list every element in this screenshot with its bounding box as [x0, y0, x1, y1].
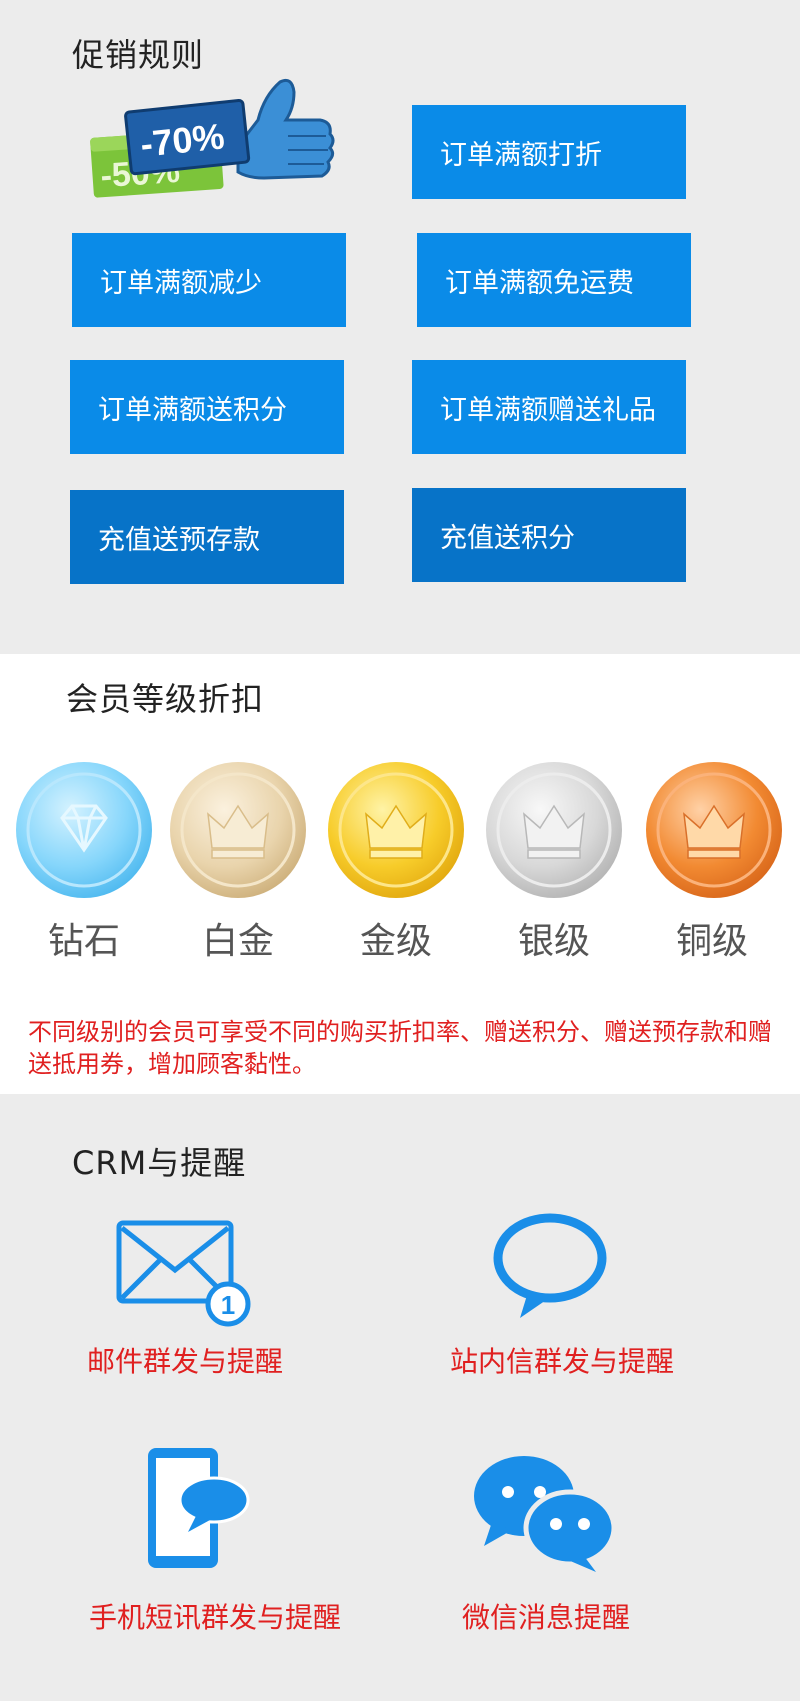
crm-label-site-message: 站内信群发与提醒	[449, 1345, 674, 1378]
crm-label-mail: 邮件群发与提醒	[86, 1345, 283, 1378]
level-label-silver: 银级	[517, 921, 590, 962]
level-label-diamond: 钻石	[47, 921, 120, 962]
medal-silver	[484, 760, 624, 900]
promo-title: 促销规则	[72, 36, 205, 74]
promo-recharge-points-button[interactable]: 充值送积分	[412, 488, 686, 582]
level-label-bronze: 铜级	[675, 921, 748, 962]
promo-recharge-deposit-button[interactable]: 充值送预存款	[70, 490, 344, 584]
mail-icon[interactable]: 1	[116, 1220, 256, 1330]
crm-label-wechat: 微信消息提醒	[461, 1601, 630, 1634]
level-label-platinum: 白金	[201, 921, 274, 962]
promo-order-gift-button[interactable]: 订单满额赠送礼品	[412, 360, 686, 454]
crm-section: CRM与提醒 1 邮件群发与提醒 站内信群发与提醒 手机短讯群发与提醒 微信消息…	[0, 1094, 800, 1701]
speech-bubble-icon[interactable]	[490, 1212, 610, 1322]
mail-badge: 1	[221, 1290, 235, 1320]
promo-order-discount-button[interactable]: 订单满额打折	[412, 105, 686, 199]
medal-diamond	[14, 760, 154, 900]
discount-tag-icon: -50% -70%	[90, 78, 335, 198]
crm-title: CRM与提醒	[72, 1144, 247, 1182]
promo-free-shipping-button[interactable]: 订单满额免运费	[417, 233, 691, 327]
medal-bronze	[644, 760, 784, 900]
member-title: 会员等级折扣	[66, 680, 265, 718]
member-section: 会员等级折扣 钻石 白金 金级 银级 铜级 不同级别的会员可享受不同的购买折扣率…	[0, 654, 800, 1094]
level-label-gold: 金级	[359, 921, 432, 962]
medal-platinum	[168, 760, 308, 900]
medal-gold	[326, 760, 466, 900]
tag-front-text: -70%	[138, 115, 226, 165]
promo-order-points-button[interactable]: 订单满额送积分	[70, 360, 344, 454]
crm-label-sms: 手机短讯群发与提醒	[88, 1601, 341, 1634]
mobile-sms-icon[interactable]	[144, 1446, 254, 1572]
member-note: 不同级别的会员可享受不同的购买折扣率、赠送积分、赠送预存款和赠送抵用券，增加顾客…	[28, 1018, 772, 1078]
promo-section: 促销规则 -50% -70% 订单满额打折 订单满额减少 订单满额免运费 订单满…	[0, 0, 800, 654]
promo-order-reduce-button[interactable]: 订单满额减少	[72, 233, 346, 327]
wechat-icon[interactable]	[472, 1454, 622, 1574]
